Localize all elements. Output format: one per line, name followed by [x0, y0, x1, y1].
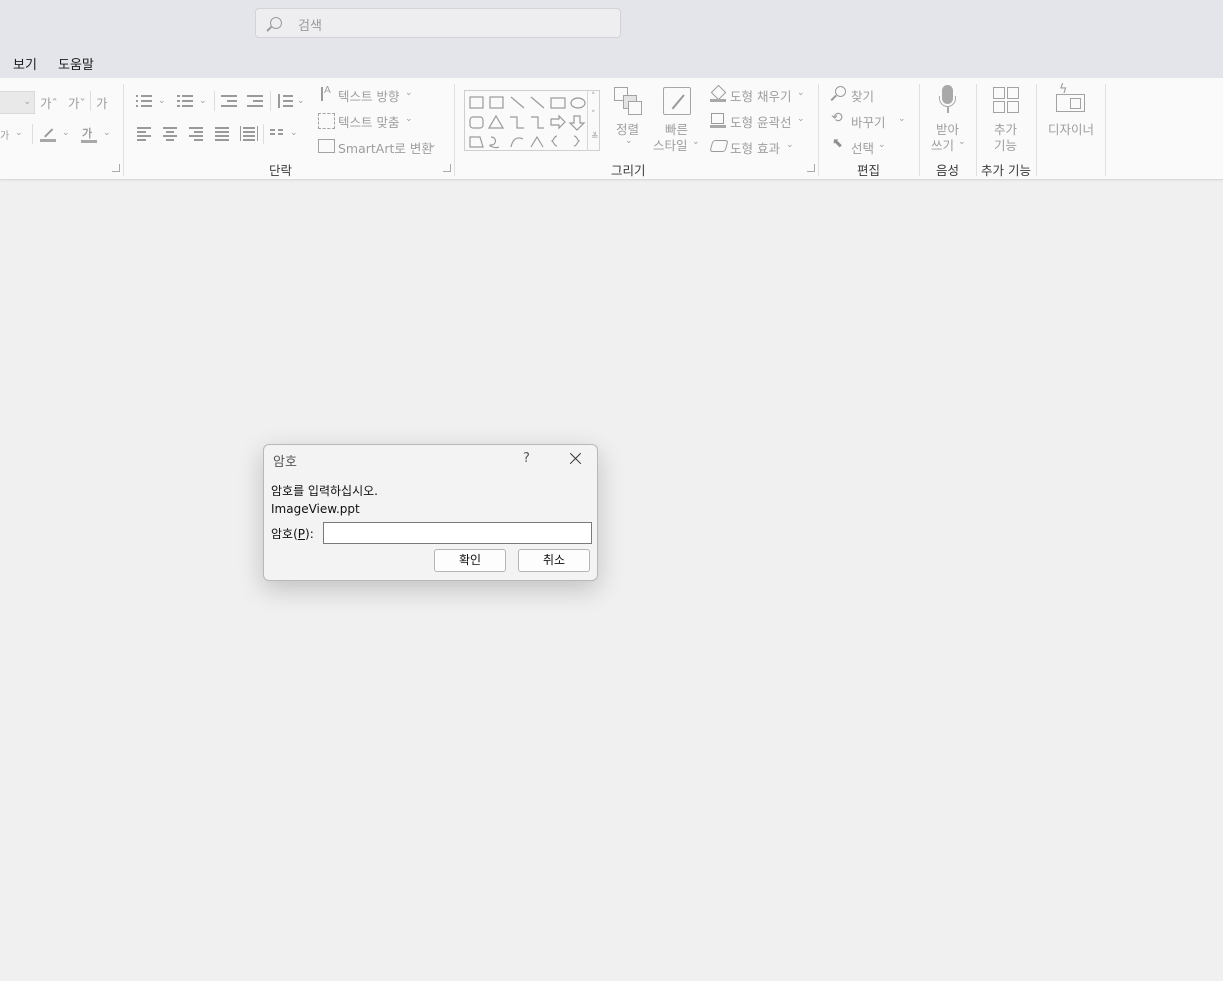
increase-indent-icon[interactable] [247, 94, 263, 108]
clear-formatting-button[interactable]: 가 [96, 93, 108, 112]
chevron-down-icon: ⌄ [958, 137, 966, 147]
replace-button[interactable]: 바꾸기 [851, 112, 886, 131]
chevron-down-icon: ⌄ [15, 128, 23, 138]
font-size-dropdown[interactable]: ⌄ [0, 91, 35, 114]
quick-styles-label-2[interactable]: 스타일 [653, 135, 688, 154]
text-direction-icon: A [319, 85, 333, 102]
quick-styles-icon [663, 87, 691, 115]
paragraph-group-label: 단락 [269, 163, 293, 178]
designer-icon: ϟ [1056, 82, 1086, 112]
close-icon[interactable] [568, 452, 582, 466]
chevron-down-icon: ⌄ [898, 114, 906, 124]
find-button[interactable]: 찾기 [851, 86, 874, 105]
select-button[interactable]: 선택 [851, 138, 874, 157]
addins-label-2[interactable]: 기능 [994, 135, 1017, 154]
password-input[interactable] [323, 522, 592, 544]
shapes-gallery-scroll[interactable]: ˄ ˅ ≚ [587, 90, 602, 151]
chevron-down-icon: ⌄ [692, 137, 700, 147]
justify-icon[interactable] [215, 127, 229, 141]
chevron-down-icon: ⌄ [23, 97, 31, 107]
decrease-indent-icon[interactable] [221, 94, 237, 108]
password-label: 암호(P): [271, 527, 314, 541]
microphone-icon [939, 85, 957, 115]
addins-group-label: 추가 기능 [981, 163, 1031, 178]
voice-group-label: 음성 [936, 163, 960, 178]
shrink-font-button[interactable]: 가ˇ [68, 93, 86, 112]
search-placeholder: 검색 [298, 19, 322, 34]
bullets-icon[interactable] [136, 94, 152, 108]
chevron-down-icon: ⌄ [797, 88, 805, 98]
align-left-icon[interactable] [137, 127, 151, 141]
menu-view[interactable]: 보기 [13, 54, 37, 73]
highlight-icon[interactable] [40, 127, 56, 142]
smartart-button[interactable]: SmartArt로 변환 [338, 138, 433, 157]
shape-outline-button[interactable]: 도형 윤곽선 [730, 112, 791, 131]
help-button[interactable]: ? [523, 451, 530, 466]
paragraph-dialog-launcher[interactable] [443, 164, 451, 172]
smartart-icon [318, 139, 335, 153]
shapes-gallery[interactable] [464, 90, 600, 151]
chevron-down-icon: ⌄ [797, 114, 805, 124]
ok-button[interactable]: 확인 [434, 549, 506, 572]
find-icon [830, 86, 846, 101]
chevron-down-icon: ⌄ [103, 128, 111, 138]
align-text-button[interactable]: 텍스트 맞춤 [338, 112, 399, 131]
search-box[interactable]: 검색 [255, 8, 621, 38]
text-direction-button[interactable]: 텍스트 방향 [338, 86, 399, 105]
scroll-up-icon[interactable]: ˄ [591, 92, 596, 102]
shape-fill-button[interactable]: 도형 채우기 [730, 86, 791, 105]
chevron-down-icon: ⌄ [297, 96, 305, 106]
scroll-down-icon[interactable]: ˅ [591, 110, 596, 120]
shape-effects-button[interactable]: 도형 효과 [730, 138, 780, 157]
chevron-down-icon: ⌄ [405, 114, 413, 124]
ribbon: ⌄ 가ˆ 가ˇ 가 가 ⌄ ⌄ 가 ⌄ ⌄ ⌄ ⌄ ⌄ A 텍스트 방향 ⌄ 텍… [0, 78, 1223, 180]
shape-effects-icon [709, 140, 729, 152]
grow-font-button[interactable]: 가ˆ [40, 93, 58, 112]
align-text-icon [318, 113, 335, 129]
columns-icon[interactable] [270, 129, 284, 138]
arrange-icon [614, 87, 642, 115]
chevron-down-icon: ⌄ [786, 140, 794, 150]
font-color-icon[interactable]: 가 [81, 125, 97, 143]
editing-group-label: 편집 [857, 163, 881, 178]
align-right-icon[interactable] [189, 127, 203, 141]
chevron-down-icon: ⌄ [158, 96, 166, 106]
font-dialog-launcher[interactable] [112, 164, 120, 172]
distributed-icon[interactable] [240, 126, 258, 141]
menu-help[interactable]: 도움말 [58, 54, 94, 73]
align-center-icon[interactable] [163, 127, 177, 141]
dialog-filename: ImageView.ppt [271, 502, 360, 516]
dialog-prompt: 암호를 입력하십시오. [271, 484, 378, 498]
addins-grid-icon [993, 87, 1020, 114]
chevron-down-icon: ⌄ [62, 128, 70, 138]
cancel-button[interactable]: 취소 [518, 549, 590, 572]
chevron-down-icon: ⌄ [878, 140, 886, 150]
drawing-dialog-launcher[interactable] [807, 164, 815, 172]
dictate-label-2[interactable]: 쓰기 [931, 135, 954, 154]
drawing-group-label: 그리기 [611, 163, 646, 178]
dialog-title: 암호 [273, 455, 297, 470]
shape-fill-icon [710, 84, 727, 102]
chevron-down-icon: ⌄ [405, 88, 413, 98]
chevron-down-icon: ⌄ [625, 136, 633, 146]
line-spacing-icon[interactable] [277, 94, 293, 108]
numbering-icon[interactable] [177, 94, 193, 108]
title-bar: 검색 보기 도움말 [0, 0, 1223, 78]
char-spacing-button[interactable]: 가 [0, 127, 9, 142]
chevron-down-icon: ⌄ [290, 128, 298, 138]
password-dialog: 암호 ? 암호를 입력하십시오. ImageView.ppt 암호(P): 확인… [263, 444, 598, 581]
shapes-icon [469, 96, 586, 149]
designer-button[interactable]: 디자이너 [1048, 119, 1094, 138]
chevron-down-icon: ⌄ [199, 96, 207, 106]
shape-outline-icon [710, 112, 726, 128]
more-shapes-icon[interactable]: ≚ [591, 132, 599, 142]
chevron-down-icon: ⌄ [429, 140, 437, 150]
replace-icon: ⟲ [831, 110, 843, 126]
search-icon [270, 17, 282, 29]
select-cursor-icon: ⬉ [832, 136, 843, 151]
